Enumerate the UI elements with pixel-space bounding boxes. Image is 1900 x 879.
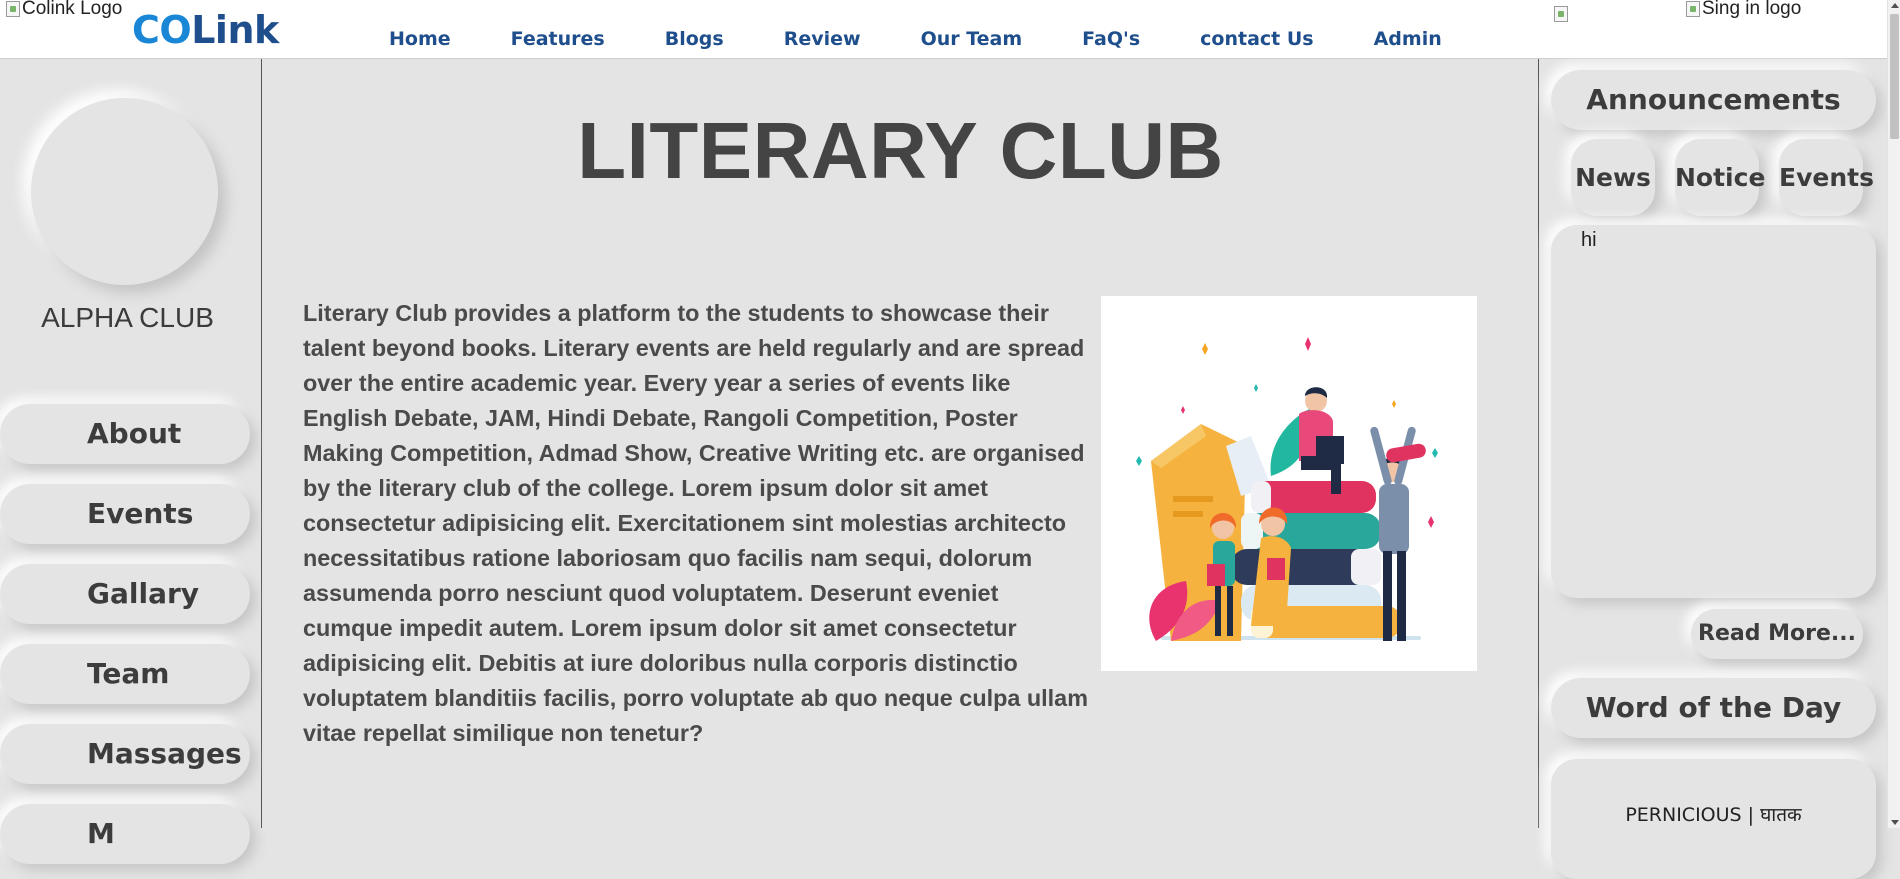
- left-sidebar: ALPHA CLUB About Events Gallary Team Mas…: [0, 59, 262, 864]
- read-more-button[interactable]: Read More...: [1691, 609, 1863, 659]
- word-of-the-day-text: PERNICIOUS | घातक: [1625, 804, 1802, 826]
- announcement-content: hi: [1551, 225, 1876, 598]
- nav-admin[interactable]: Admin: [1374, 28, 1442, 50]
- broken-image-icon: [1686, 1, 1700, 17]
- scroll-thumb[interactable]: [1890, 14, 1899, 139]
- menu-events-button[interactable]: Events: [0, 484, 250, 544]
- page-scrollbar[interactable]: [1887, 0, 1900, 828]
- broken-image-icon: [6, 1, 20, 17]
- announcements-title: Announcements: [1551, 70, 1876, 130]
- menu-messages-button[interactable]: Massages: [0, 724, 250, 784]
- logo-alt-text: Colink Logo: [22, 0, 123, 19]
- nav-faqs[interactable]: FaQ's: [1082, 28, 1140, 50]
- nav-our-team[interactable]: Our Team: [921, 28, 1023, 50]
- sign-in-alt-text: Sing in logo: [1702, 0, 1802, 19]
- main-content: LITERARY CLUB Literary Club provides a p…: [263, 59, 1538, 828]
- scroll-down-arrow-icon[interactable]: [1891, 820, 1899, 825]
- word-of-the-day-title: Word of the Day: [1551, 678, 1876, 738]
- nav-contact-us[interactable]: contact Us: [1200, 28, 1313, 50]
- word-of-the-day-content: PERNICIOUS | घातक: [1551, 759, 1876, 879]
- literary-club-illustration: [1101, 296, 1477, 671]
- scroll-up-arrow-icon[interactable]: [1891, 3, 1899, 8]
- club-name: ALPHA CLUB: [41, 302, 214, 333]
- brand-co: CO: [132, 8, 192, 52]
- main-nav: Home Features Blogs Review Our Team FaQ'…: [389, 28, 1502, 50]
- sign-in-logo[interactable]: Sing in logo: [1686, 0, 1808, 20]
- right-sidebar: Announcements News Notice Events hi Read…: [1538, 59, 1887, 879]
- colink-logo[interactable]: Colink Logo: [6, 0, 122, 20]
- broken-image-icon[interactable]: [1554, 6, 1568, 22]
- menu-more-button[interactable]: M: [0, 804, 250, 864]
- top-navbar: Colink Logo COLink Home Features Blogs R…: [0, 0, 1887, 59]
- tab-news[interactable]: News: [1571, 139, 1655, 216]
- nav-features[interactable]: Features: [511, 28, 605, 50]
- brand-name[interactable]: COLink: [132, 8, 279, 52]
- club-description: Literary Club provides a platform to the…: [303, 300, 1088, 746]
- nav-home[interactable]: Home: [389, 28, 451, 50]
- tab-events[interactable]: Events: [1779, 139, 1874, 216]
- nav-review[interactable]: Review: [784, 28, 861, 50]
- brand-link: Link: [191, 8, 279, 52]
- page-title: LITERARY CLUB: [577, 106, 1224, 195]
- club-avatar: [31, 98, 218, 285]
- announcement-text: hi: [1581, 229, 1597, 251]
- reading-people-illustration: [1136, 337, 1438, 641]
- menu-about-button[interactable]: About: [0, 404, 250, 464]
- tab-notice[interactable]: Notice: [1675, 139, 1765, 216]
- nav-blogs[interactable]: Blogs: [665, 28, 724, 50]
- menu-gallery-button[interactable]: Gallary: [0, 564, 250, 624]
- menu-team-button[interactable]: Team: [0, 644, 250, 704]
